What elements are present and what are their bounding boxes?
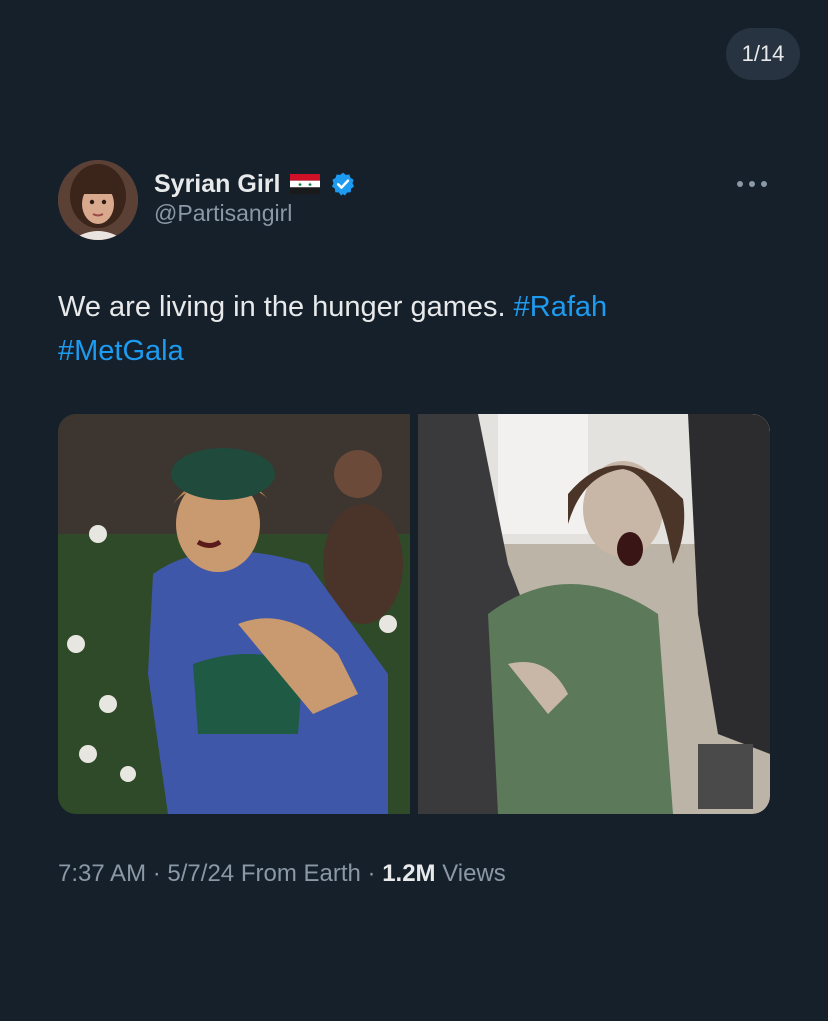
tweet-text: We are living in the hunger games. #Rafa… (58, 285, 758, 373)
views-count[interactable]: 1.2M (382, 860, 435, 887)
media-photo-2[interactable] (418, 414, 770, 814)
tweet-media-grid (58, 414, 770, 814)
author-avatar[interactable] (58, 160, 138, 240)
author-name-row[interactable]: Syrian Girl (154, 168, 356, 200)
views-label[interactable]: Views (442, 860, 506, 887)
photo-crying-child (418, 414, 770, 814)
tweet-source: From Earth (240, 860, 361, 887)
separator: · (367, 860, 376, 887)
hashtag-rafah[interactable]: #Rafah (514, 291, 608, 323)
verified-badge-icon (332, 172, 355, 196)
tweet-meta: 7:37 AM · 5/7/24 From Earth · 1.2M Views (58, 860, 506, 888)
image-counter-badge: 1/14 (726, 28, 800, 80)
hashtag-metgala[interactable]: #MetGala (58, 335, 184, 367)
syria-flag-icon (290, 174, 321, 194)
separator: · (152, 860, 161, 887)
tweet-time[interactable]: 7:37 AM (58, 860, 146, 887)
media-photo-1[interactable] (58, 414, 410, 814)
avatar-image (58, 160, 138, 240)
author-display-name[interactable]: Syrian Girl (154, 170, 280, 199)
author-handle[interactable]: @Partisangirl (154, 200, 292, 227)
more-options-icon[interactable] (735, 176, 769, 192)
tweet-date[interactable]: 5/7/24 (167, 860, 234, 887)
tweet-body: We are living in the hunger games. (58, 291, 506, 323)
photo-met-gala (58, 414, 410, 814)
